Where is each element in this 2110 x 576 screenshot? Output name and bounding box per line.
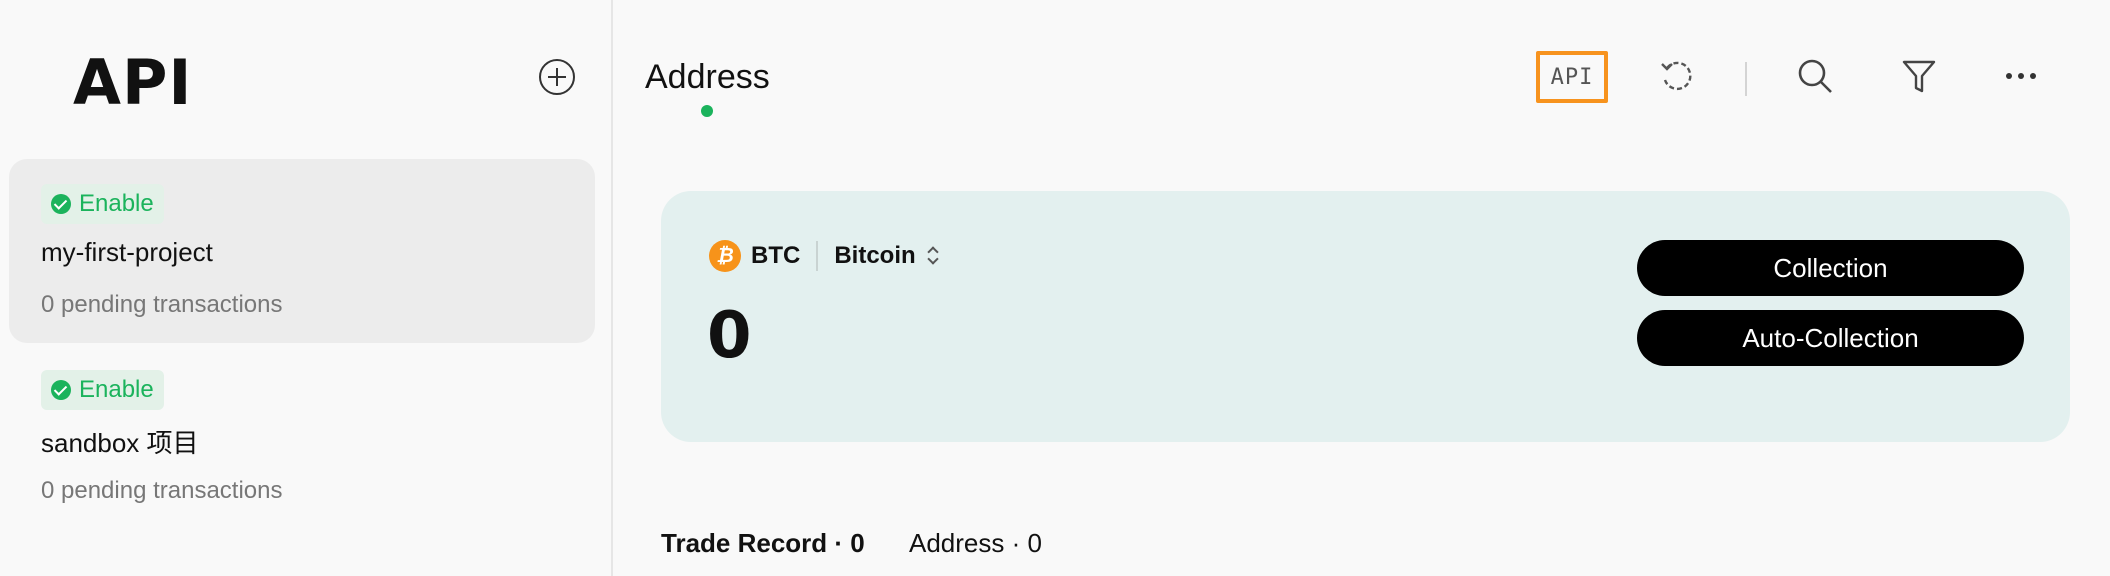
project-item-sandbox[interactable]: Enable sandbox 项目 0 pending transactions <box>9 345 595 529</box>
bitcoin-icon: ₿ <box>709 240 741 272</box>
main-panel: Address API ₿ BTC Bitcoin 0 Collection A… <box>613 0 2110 576</box>
status-label: Enable <box>79 190 154 217</box>
sidebar: API Enable my-first-project 0 pending tr… <box>0 0 613 576</box>
search-icon <box>1798 59 1832 93</box>
project-name: sandbox 项目 <box>41 428 199 458</box>
filter-button[interactable] <box>1891 48 1947 104</box>
check-circle-icon <box>51 380 71 400</box>
status-badge: Enable <box>41 370 164 410</box>
coin-symbol: BTC <box>751 242 801 269</box>
active-tab-indicator <box>701 105 713 117</box>
add-project-button[interactable] <box>539 59 575 95</box>
pending-transactions: 0 pending transactions <box>41 291 283 318</box>
coin-selector-row: ₿ BTC Bitcoin <box>709 240 938 272</box>
refresh-button[interactable] <box>1649 48 1705 104</box>
search-button[interactable] <box>1787 48 1843 104</box>
check-circle-icon <box>51 194 71 214</box>
balance-card: ₿ BTC Bitcoin 0 Collection Auto-Collecti… <box>661 191 2070 442</box>
filter-icon <box>1902 60 1936 93</box>
coin-divider <box>816 241 819 271</box>
project-name: my-first-project <box>41 237 213 267</box>
auto-collection-button[interactable]: Auto-Collection <box>1637 310 2024 366</box>
toolbar-divider <box>1745 62 1747 96</box>
status-badge: Enable <box>41 184 164 224</box>
more-button[interactable] <box>1993 48 2049 104</box>
refresh-icon <box>1661 61 1692 91</box>
tab-address[interactable]: Address <box>645 58 770 97</box>
project-item-my-first-project[interactable]: Enable my-first-project 0 pending transa… <box>9 159 595 343</box>
balance-value: 0 <box>707 299 752 373</box>
status-label: Enable <box>79 376 154 403</box>
tab-address-list[interactable]: Address · 0 <box>909 528 1042 559</box>
api-icon[interactable]: API <box>1536 51 1608 103</box>
sidebar-title: API <box>73 46 193 119</box>
collection-button[interactable]: Collection <box>1637 240 2024 296</box>
pending-transactions: 0 pending transactions <box>41 477 283 504</box>
tab-trade-record[interactable]: Trade Record · 0 <box>661 528 865 559</box>
coin-selector[interactable]: Bitcoin <box>834 242 915 270</box>
more-icon <box>2006 73 2036 79</box>
chevron-up-down-icon[interactable] <box>928 246 938 266</box>
